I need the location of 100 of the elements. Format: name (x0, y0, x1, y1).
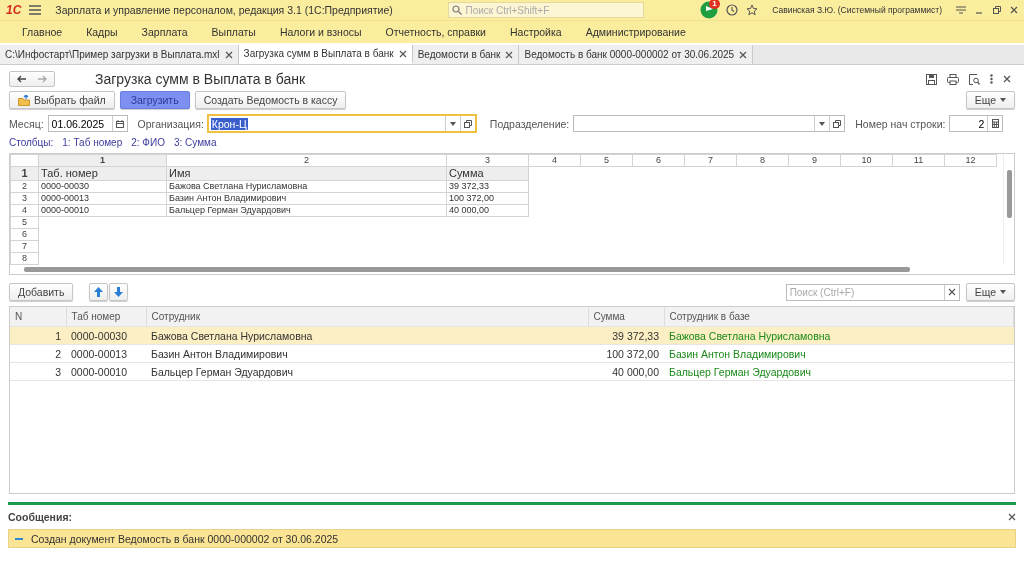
field-label: Подразделение: (489, 117, 570, 130)
column-header[interactable]: Сумма (588, 307, 664, 327)
sheet-cell: 0000-00010 (38, 204, 167, 217)
history-icon[interactable] (726, 4, 739, 16)
caret-icon (1000, 98, 1006, 102)
table-row[interactable]: 3 0000-00010 Бальцер Герман Эдуардович 40 000,00 Бальцер Герман Эдуардович (10, 362, 1014, 381)
clear-icon[interactable] (947, 288, 956, 296)
tab-close-icon[interactable] (398, 49, 407, 58)
menu-item[interactable]: Главное (10, 26, 75, 38)
row-number: 5 (10, 216, 39, 229)
menu-item[interactable]: Кадры (74, 26, 130, 38)
column-mapping: 2: ФИО (131, 137, 165, 148)
table-cell: Базин Антон Владимирович (664, 344, 1014, 363)
tab-close-icon[interactable] (224, 50, 233, 59)
column-number: 1 (38, 154, 167, 167)
user-name: Савинская З.Ю. (Системный программист) (772, 5, 942, 15)
scrollbar-thumb[interactable] (1007, 170, 1012, 218)
menu-item[interactable]: Настройка (497, 26, 574, 38)
tab-close-icon[interactable] (739, 50, 748, 59)
menu-icon[interactable] (29, 5, 42, 15)
close-icon[interactable] (1008, 513, 1016, 521)
sheet-cell: 40 000,00 (446, 204, 529, 217)
move-up-button[interactable] (89, 283, 109, 301)
menu-item[interactable]: Зарплата (129, 26, 200, 38)
month-input[interactable]: 01.06.2025 (48, 116, 112, 131)
table-cell: Бальцер Герман Эдуардович (664, 362, 1014, 381)
search-icon (452, 5, 463, 15)
tab-close-icon[interactable] (505, 50, 514, 59)
table-row[interactable]: 2 0000-00013 Базин Антон Владимирович 100 372,00 Базин Антон Владимирович (10, 344, 1014, 363)
row-number: 4 (10, 204, 39, 217)
print-icon[interactable] (947, 73, 959, 85)
tab[interactable]: C:\Инфостарт\Пример загрузки в Выплата.mxl (0, 45, 239, 64)
sheet-cell: Бальцер Герман Эдуардович (166, 204, 447, 217)
start-row-field[interactable]: 2 (949, 115, 1004, 132)
column-number: 11 (892, 154, 945, 167)
menu-item[interactable]: Администрирование (573, 26, 698, 38)
column-number: 4 (528, 154, 581, 167)
row-number: 3 (10, 192, 39, 205)
calculator-icon (991, 119, 999, 128)
search-input[interactable]: Поиск Ctrl+Shift+F (465, 4, 636, 16)
more-icon[interactable] (990, 74, 993, 84)
message[interactable]: Создан документ Ведомость в банк 0000-000002 от 30.06.2025 (8, 529, 1016, 548)
sheet-cell: 39 372,33 (446, 180, 529, 193)
save-icon[interactable] (926, 73, 937, 85)
sheet-cell: Базин Антон Владимирович (166, 192, 447, 205)
table-row[interactable]: 1 0000-00030 Бажова Светлана Нурисламовна 39 372,33 Бажова Светлана Нурисламовна (10, 326, 1014, 345)
column-header[interactable]: Таб номер (66, 307, 146, 327)
caret-icon (819, 121, 826, 126)
month-field[interactable]: 01.06.2025 (47, 115, 128, 132)
scrollbar-thumb[interactable] (24, 267, 910, 272)
caret-icon (449, 121, 456, 126)
add-button[interactable]: Добавить (9, 283, 74, 301)
close-icon[interactable] (1003, 75, 1011, 83)
restore-icon[interactable] (992, 5, 1002, 15)
column-number: 9 (788, 154, 841, 167)
search-field[interactable]: Поиск (Ctrl+F) (785, 283, 960, 301)
start-row-input[interactable]: 2 (950, 116, 988, 131)
row-number: 7 (10, 240, 39, 253)
row-number: 6 (10, 228, 39, 241)
open-icon (833, 119, 842, 128)
form-title: Загрузка сумм в Выплата в банк (95, 71, 306, 87)
column-mapping: 1: Таб номер (62, 137, 123, 148)
more-button[interactable]: Еще (965, 283, 1015, 301)
menu-item[interactable]: Налоги и взносы (267, 26, 374, 38)
close-icon[interactable] (1010, 6, 1018, 14)
organization-field[interactable]: Крон-Ц (207, 115, 476, 132)
search-field[interactable]: Поиск Ctrl+Shift+F (448, 2, 645, 18)
subdivision-field[interactable] (573, 115, 846, 132)
tab[interactable]: Ведомости в банк (412, 45, 520, 64)
move-down-button[interactable] (109, 283, 129, 301)
column-header[interactable]: N (10, 307, 66, 327)
column-header[interactable]: Сотрудник (146, 307, 588, 327)
create-statement-button[interactable]: Создать Ведомость в кассу (194, 91, 347, 109)
window-title: Зарплата и управление персоналом, редакция 3.1 (1С:Предприятие) (55, 4, 393, 16)
field-label: Номер нач строки: (855, 117, 946, 130)
messages-title: Сообщения: (8, 511, 72, 523)
table-cell: Базин Антон Владимирович (146, 344, 588, 363)
table-cell: Бальцер Герман Эдуардович (146, 362, 588, 381)
menu-item[interactable]: Отчетность, справки (373, 26, 498, 38)
column-number: 5 (580, 154, 633, 167)
tab[interactable]: Загрузка сумм в Выплата в банк (238, 45, 413, 64)
app-logo: 1С (6, 3, 22, 17)
column-header[interactable]: Сотрудник в базе (664, 307, 1014, 327)
notification-badge: 1 (709, 0, 720, 9)
table-cell: 2 (10, 344, 66, 363)
column-number: 7 (684, 154, 737, 167)
caret-icon (1000, 290, 1006, 294)
star-icon[interactable] (746, 4, 759, 16)
arrow-down-icon (114, 287, 124, 297)
more-button[interactable]: Еще (965, 91, 1015, 109)
columns-label: Столбцы: (9, 137, 54, 148)
column-number: 3 (446, 154, 529, 167)
sheet-cell: 100 372,00 (446, 192, 529, 205)
menu-item[interactable]: Выплаты (199, 26, 268, 38)
column-number: 2 (166, 154, 447, 167)
table-cell: 0000-00010 (66, 362, 146, 381)
calendar-icon (115, 119, 124, 128)
tab[interactable]: Ведомость в банк 0000-000002 от 30.06.2025 (519, 45, 754, 64)
preview-icon[interactable] (969, 73, 980, 85)
select-file-button[interactable]: Выбрать файл (9, 91, 115, 109)
